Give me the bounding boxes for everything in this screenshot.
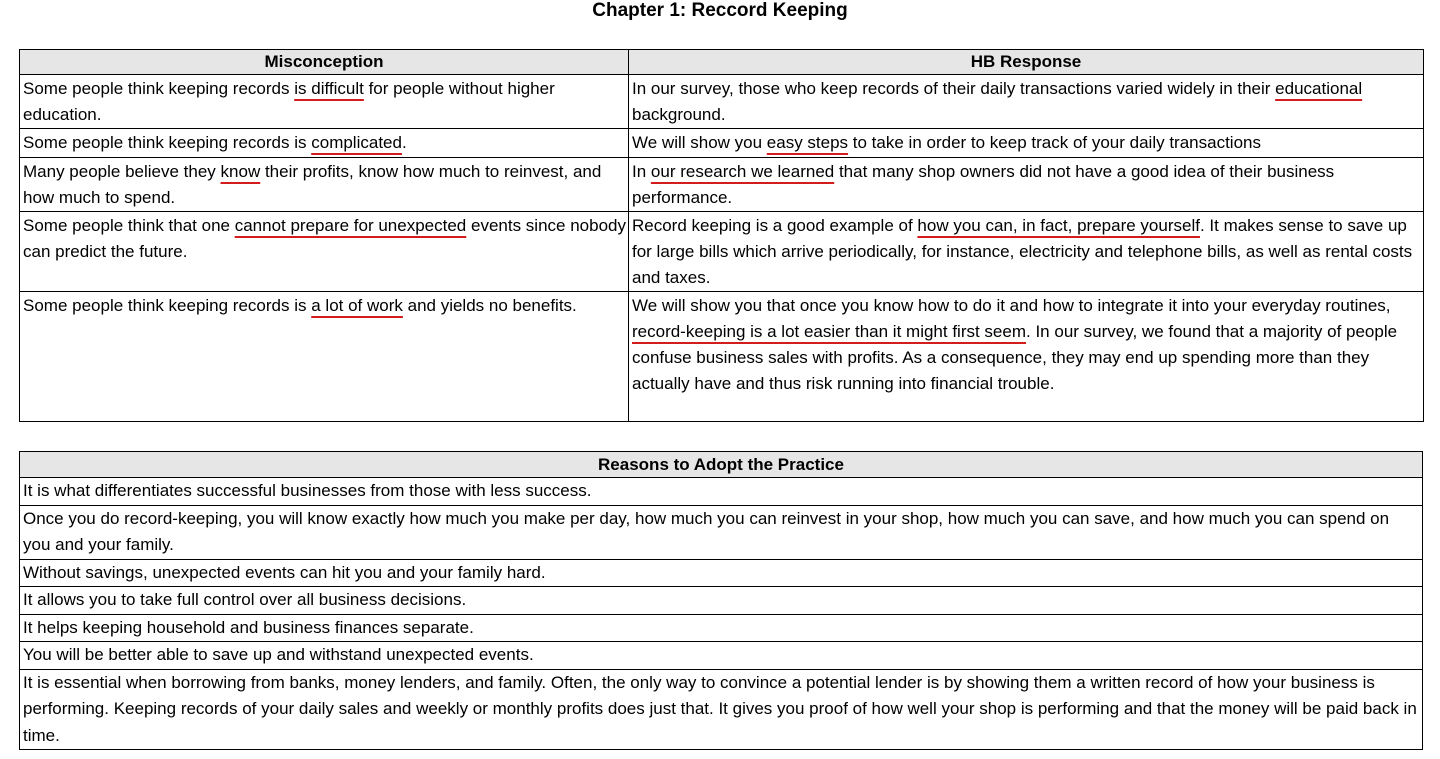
reason-cell: It is essential when borrowing from bank… (19, 668, 1423, 750)
reason-cell: Without savings, unexpected events can h… (19, 558, 1423, 587)
underlined-phrase: easy steps (766, 133, 849, 152)
underlined-phrase: a lot of work (311, 296, 403, 315)
table-row: Some people think keeping records is com… (19, 128, 1424, 158)
cell-text: Some people think keeping records is (23, 296, 312, 315)
underlined-phrase: know (220, 162, 261, 181)
response-cell: Record keeping is a good example of how … (628, 211, 1424, 292)
cell-text: In (632, 162, 651, 181)
table-row: Many people believe they know their prof… (19, 157, 1424, 212)
response-cell: We will show you easy steps to take in o… (628, 128, 1424, 158)
cell-text: background. (632, 105, 726, 124)
chapter-title: Chapter 1: Reccord Keeping (592, 0, 848, 21)
underlined-phrase: record-keeping is a lot easier than it m… (632, 322, 1027, 341)
table-header-row: Reasons to Adopt the Practice (19, 451, 1423, 478)
underlined-phrase: educational (1275, 79, 1363, 98)
reason-cell: It is what differentiates successful bus… (19, 477, 1423, 506)
response-header: HB Response (628, 49, 1424, 75)
table-row: Some people think keeping records is dif… (19, 74, 1424, 129)
reason-cell: Once you do record-keeping, you will kno… (19, 504, 1423, 560)
response-cell: We will show you that once you know how … (628, 291, 1424, 422)
underlined-phrase: is difficult (294, 79, 364, 98)
table-header-row: Misconception HB Response (19, 49, 1424, 75)
cell-text: Some people think that one (23, 216, 235, 235)
reasons-table: Reasons to Adopt the Practice It is what… (19, 451, 1423, 750)
response-cell: In our survey, those who keep records of… (628, 74, 1424, 129)
cell-text: to take in order to keep track of your d… (848, 133, 1261, 152)
misconception-cell: Many people believe they know their prof… (19, 157, 629, 212)
cell-text: We will show you that once you know how … (632, 296, 1391, 315)
reasons-header: Reasons to Adopt the Practice (19, 451, 1423, 478)
table-row: It helps keeping household and business … (19, 613, 1423, 642)
misconception-cell: Some people think that one cannot prepar… (19, 211, 629, 292)
table-row: Once you do record-keeping, you will kno… (19, 504, 1423, 560)
cell-text: In our survey, those who keep records of… (632, 79, 1276, 98)
reason-cell: It allows you to take full control over … (19, 586, 1423, 615)
cell-text: . (401, 133, 407, 152)
cell-text: and yields no benefits. (402, 296, 577, 315)
table-row: Some people think keeping records is a l… (19, 291, 1424, 422)
underlined-phrase: cannot prepare for unexpected (234, 216, 467, 235)
misconception-header: Misconception (19, 49, 629, 75)
cell-text: Some people think keeping records is (23, 133, 312, 152)
underlined-phrase: our research we learned (650, 162, 835, 181)
cell-text: Record keeping is a good example of (632, 216, 918, 235)
table-row: Without savings, unexpected events can h… (19, 558, 1423, 587)
table-row: Some people think that one cannot prepar… (19, 211, 1424, 292)
table-row: You will be better able to save up and w… (19, 641, 1423, 670)
table-row: It allows you to take full control over … (19, 586, 1423, 615)
underlined-phrase: how you can, in fact, prepare yourself (917, 216, 1200, 235)
underlined-phrase: complicated (311, 133, 402, 152)
cell-text: We will show you (632, 133, 767, 152)
cell-text: Many people believe they (23, 162, 221, 181)
misconception-table: Misconception HB Response Some people th… (19, 49, 1424, 422)
reason-cell: You will be better able to save up and w… (19, 641, 1423, 670)
table-row: It is essential when borrowing from bank… (19, 668, 1423, 750)
response-cell: In our research we learned that many sho… (628, 157, 1424, 212)
misconception-cell: Some people think keeping records is a l… (19, 291, 629, 422)
misconception-cell: Some people think keeping records is dif… (19, 74, 629, 129)
reason-cell: It helps keeping household and business … (19, 613, 1423, 642)
cell-text: Some people think keeping records (23, 79, 295, 98)
table-row: It is what differentiates successful bus… (19, 477, 1423, 506)
misconception-cell: Some people think keeping records is com… (19, 128, 629, 158)
